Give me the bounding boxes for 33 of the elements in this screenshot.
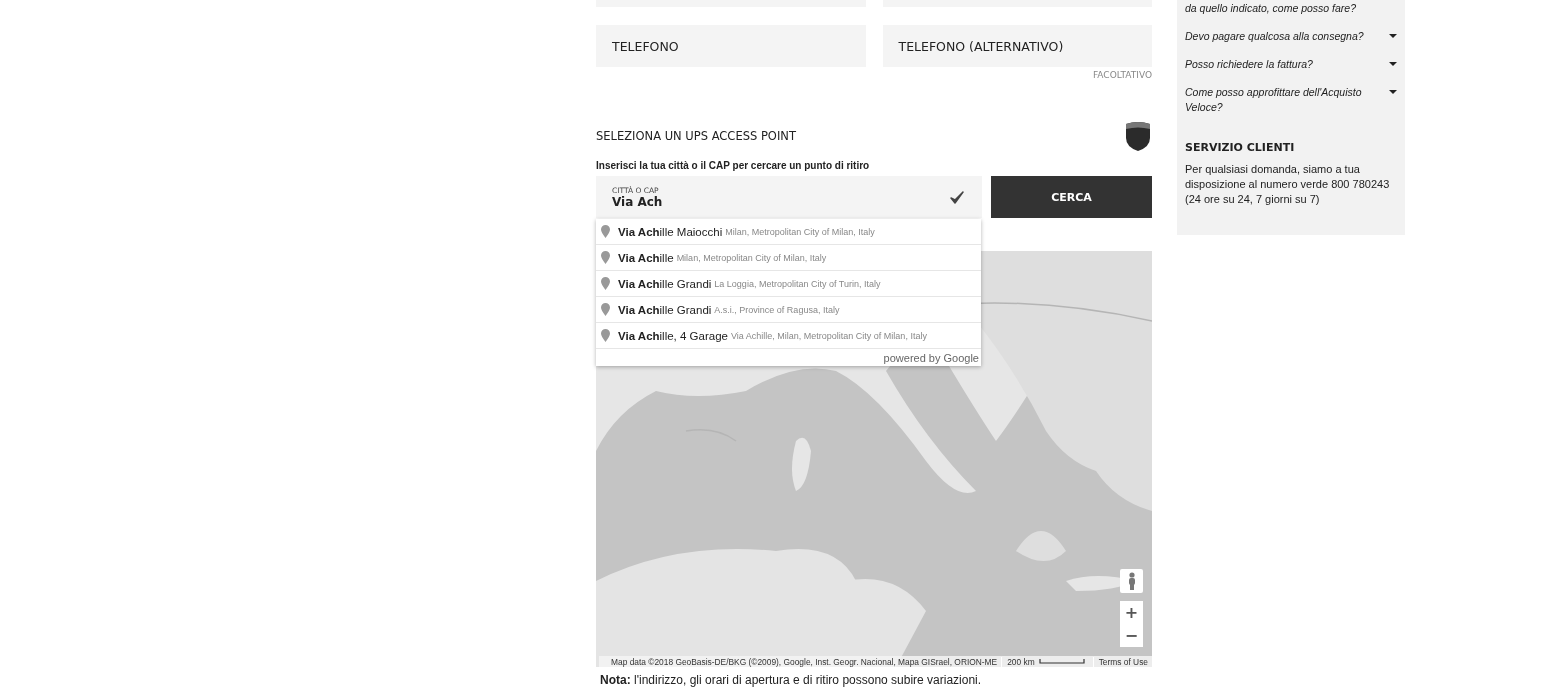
note-text: Nota: l'indirizzo, gli orari di apertura e di ritiro possono subire variazioni. [599,673,983,687]
faq-question[interactable]: da quello indicato, come posso fare? [1185,1,1377,16]
input-field[interactable]: TELEFONO (ALTERNATIVO) [882,25,1152,67]
map-pin-icon [601,251,610,264]
person-icon[interactable] [1120,569,1143,593]
map-pin-icon [601,329,610,342]
input-field[interactable]: TELEFONO [596,25,866,67]
map-pin-icon [601,225,610,238]
optional-label: FACOLTATIVO [1093,70,1152,80]
section-title: SELEZIONA UN UPS ACCESS POINT [596,129,796,143]
hint-text: Inserisci la tua città o il CAP per cercare un punto di ritiro [596,160,871,171]
suggestion-item[interactable]: Via Achille Maiocchi Milan, Metropolitan City of Milan, Italy [596,219,981,245]
caret-icon[interactable] [1389,62,1397,66]
suggestion-item[interactable]: Via Achille Milan, Metropolitan City of Milan, Italy [596,245,981,271]
scale-label: 200 km [1001,656,1035,667]
search-button[interactable]: CERCA [991,176,1152,218]
map-pin-icon [601,303,610,316]
map-pin-icon [601,277,610,290]
powered-by-label: powered by Google [883,352,979,364]
suggestion-item[interactable]: Via Achille Grandi La Loggia, Metropolitan City of Turin, Italy [596,271,981,297]
caret-icon[interactable] [1389,90,1397,94]
faq-question[interactable]: Devo pagare qualcosa alla consegna? [1185,29,1377,44]
suggestion-item[interactable]: Via Achille Grandi A.s.i., Province of Ragusa, Italy [596,297,981,323]
caret-icon[interactable] [1389,34,1397,38]
faq-question[interactable]: Come posso approfittare dell'Acquisto Veloce? [1185,85,1377,115]
section-title: SERVIZIO CLIENTI [1185,141,1296,154]
service-text: Per qualsiasi domanda, siamo a tua disposizione al numero verde 800 780243 (24 ore su 24, 7 giorni su 7) [1185,162,1391,207]
map-attribution: Map data ©2018 GeoBasis-DE/BKG (©2009), Google, Inst. Geogr. Nacional, Mapa GISrael, ORION-ME [611,656,998,667]
terms-link[interactable]: Terms of Use [1092,656,1148,667]
scale-bar-icon [1038,659,1085,664]
faq-question[interactable]: Posso richiedere la fattura? [1185,57,1377,72]
suggestion-item[interactable]: Via Achille, 4 Garage Via Achille, Milan, Metropolitan City of Milan, Italy [596,323,981,349]
shield-logo-icon [1125,121,1151,151]
